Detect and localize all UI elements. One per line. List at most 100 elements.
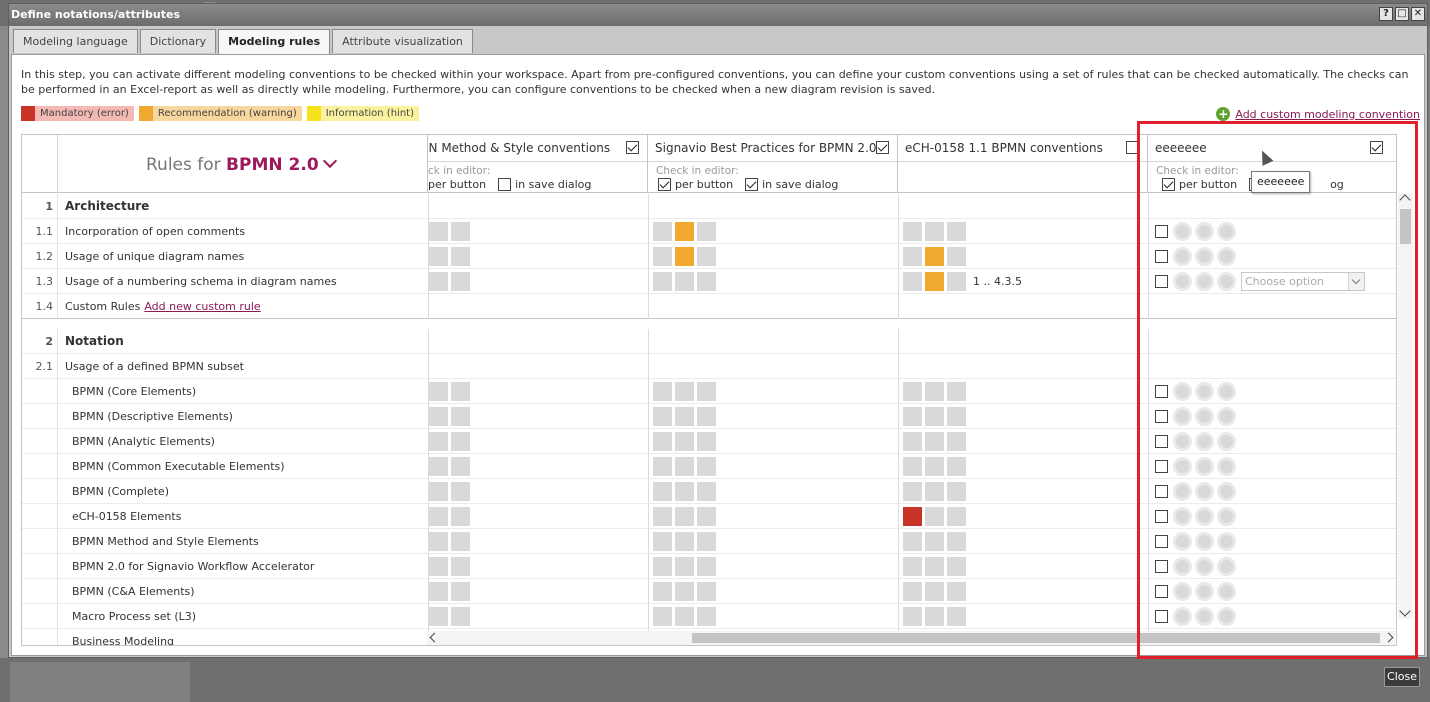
level-off[interactable] [903, 482, 922, 501]
level-off[interactable] [429, 222, 448, 241]
level-off[interactable] [697, 507, 716, 526]
rules-notation-selector[interactable]: Rules for BPMN 2.0 [146, 153, 337, 175]
maximize-icon[interactable]: □ [1395, 7, 1409, 21]
help-icon[interactable]: ? [1379, 7, 1393, 21]
level-off[interactable] [697, 407, 716, 426]
level-off[interactable] [429, 557, 448, 576]
add-custom-convention-link[interactable]: Add custom modeling convention [1235, 108, 1420, 121]
level-off[interactable] [451, 557, 470, 576]
level-off[interactable] [429, 382, 448, 401]
level-off[interactable] [947, 557, 966, 576]
level-off[interactable] [429, 432, 448, 451]
level-off[interactable] [925, 532, 944, 551]
level-off[interactable] [903, 582, 922, 601]
level-off[interactable] [675, 407, 694, 426]
level-off[interactable] [653, 432, 672, 451]
level-off[interactable] [653, 582, 672, 601]
tab-attribute-visualization[interactable]: Attribute visualization [332, 29, 473, 53]
level-off[interactable] [653, 407, 672, 426]
level-off[interactable] [429, 457, 448, 476]
level-off[interactable] [925, 482, 944, 501]
level-off[interactable] [451, 432, 470, 451]
add-custom-convention[interactable]: + Add custom modeling convention [1216, 107, 1420, 121]
in-save-dialog-checkbox[interactable] [745, 178, 759, 191]
level-off[interactable] [451, 407, 470, 426]
level-recommendation[interactable] [675, 247, 694, 266]
level-off[interactable] [925, 407, 944, 426]
level-off[interactable] [925, 222, 944, 241]
level-off[interactable] [697, 457, 716, 476]
convention-enable-checkbox[interactable] [626, 141, 639, 154]
level-off[interactable] [653, 482, 672, 501]
tab-dictionary[interactable]: Dictionary [139, 29, 217, 53]
level-recommendation[interactable] [925, 272, 944, 291]
level-mandatory[interactable] [903, 507, 922, 526]
level-off[interactable] [903, 272, 922, 291]
level-off[interactable] [675, 507, 694, 526]
level-off[interactable] [947, 222, 966, 241]
level-off[interactable] [947, 247, 966, 266]
level-off[interactable] [451, 457, 470, 476]
level-off[interactable] [903, 557, 922, 576]
scroll-left-icon[interactable] [429, 632, 440, 643]
level-off[interactable] [451, 507, 470, 526]
level-off[interactable] [429, 507, 448, 526]
level-off[interactable] [451, 482, 470, 501]
level-off[interactable] [653, 457, 672, 476]
level-off[interactable] [925, 582, 944, 601]
level-off[interactable] [947, 532, 966, 551]
level-off[interactable] [697, 247, 716, 266]
level-off[interactable] [947, 432, 966, 451]
level-off[interactable] [451, 382, 470, 401]
tab-modeling-language[interactable]: Modeling language [13, 29, 138, 53]
level-off[interactable] [653, 272, 672, 291]
level-off[interactable] [697, 222, 716, 241]
tab-modeling-rules[interactable]: Modeling rules [218, 29, 331, 54]
level-off[interactable] [451, 272, 470, 291]
level-off[interactable] [653, 557, 672, 576]
level-off[interactable] [903, 457, 922, 476]
level-off[interactable] [925, 607, 944, 626]
level-off[interactable] [451, 247, 470, 266]
level-off[interactable] [653, 507, 672, 526]
level-off[interactable] [903, 407, 922, 426]
level-off[interactable] [451, 607, 470, 626]
level-off[interactable] [697, 607, 716, 626]
level-recommendation[interactable] [925, 247, 944, 266]
convention-enable-checkbox[interactable] [876, 141, 889, 154]
level-off[interactable] [903, 247, 922, 266]
level-off[interactable] [653, 607, 672, 626]
add-new-custom-rule-link[interactable]: Add new custom rule [144, 300, 260, 313]
level-off[interactable] [697, 532, 716, 551]
level-off[interactable] [429, 582, 448, 601]
level-off[interactable] [451, 532, 470, 551]
level-off[interactable] [925, 432, 944, 451]
level-off[interactable] [653, 247, 672, 266]
level-off[interactable] [653, 382, 672, 401]
level-off[interactable] [451, 582, 470, 601]
level-off[interactable] [947, 607, 966, 626]
level-off[interactable] [451, 222, 470, 241]
level-off[interactable] [675, 582, 694, 601]
level-off[interactable] [675, 432, 694, 451]
level-off[interactable] [947, 382, 966, 401]
level-off[interactable] [903, 382, 922, 401]
level-off[interactable] [947, 582, 966, 601]
level-off[interactable] [697, 582, 716, 601]
level-off[interactable] [429, 607, 448, 626]
level-off[interactable] [653, 532, 672, 551]
level-off[interactable] [947, 482, 966, 501]
level-off[interactable] [653, 222, 672, 241]
level-off[interactable] [429, 407, 448, 426]
level-off[interactable] [903, 432, 922, 451]
level-off[interactable] [697, 557, 716, 576]
in-save-dialog-checkbox[interactable] [498, 178, 512, 191]
level-off[interactable] [925, 382, 944, 401]
level-off[interactable] [697, 432, 716, 451]
level-off[interactable] [429, 272, 448, 291]
level-off[interactable] [429, 482, 448, 501]
level-off[interactable] [697, 382, 716, 401]
level-off[interactable] [675, 272, 694, 291]
level-off[interactable] [947, 272, 966, 291]
level-off[interactable] [429, 532, 448, 551]
